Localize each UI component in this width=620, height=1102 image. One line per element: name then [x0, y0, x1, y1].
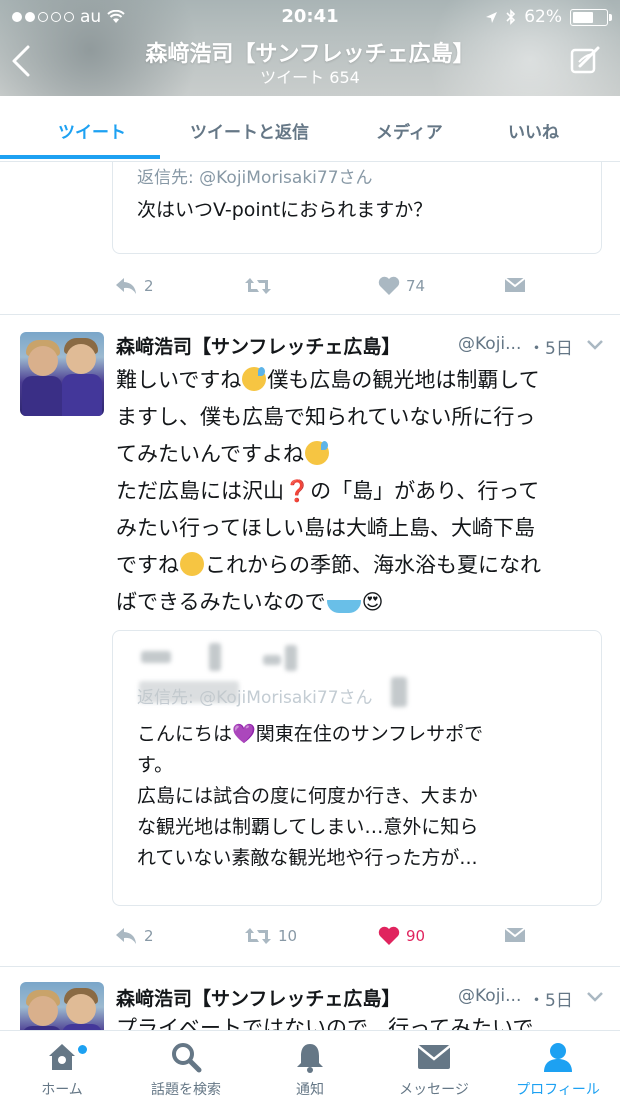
compose-icon	[570, 46, 600, 74]
profile-icon	[544, 1043, 572, 1072]
heart-eyes-emoji-icon: 😍	[361, 590, 384, 614]
bell-icon	[297, 1044, 323, 1073]
tab-likes[interactable]: いいね	[508, 118, 559, 143]
retweet-count: 10	[278, 927, 298, 945]
profile-header: au 20:41 62% 森﨑浩司【サンフレッチェ広島】 ツイート 654	[0, 0, 620, 96]
retweet-button[interactable]	[244, 276, 278, 296]
search-icon	[172, 1043, 202, 1073]
dm-share-button[interactable]	[504, 926, 526, 944]
mail-icon	[417, 1045, 451, 1069]
quoted-tweet[interactable]: 返信先: @KojiMorisaki77さん こんにちは💜関東在住のサンフレサポ…	[112, 630, 602, 906]
reply-button[interactable]: 2	[114, 276, 154, 296]
chevron-down-icon[interactable]	[586, 991, 604, 1003]
nav-label: 話題を検索	[151, 1082, 221, 1098]
notification-dot	[78, 1045, 87, 1054]
like-button[interactable]: 90	[378, 926, 425, 946]
envelope-icon	[504, 927, 526, 942]
nav-label: 通知	[296, 1082, 324, 1098]
nav-notifications[interactable]: 通知	[248, 1039, 372, 1099]
quoted-reply-to: 返信先: @KojiMorisaki77さん	[137, 168, 373, 188]
nav-messages[interactable]: メッセージ	[372, 1039, 496, 1099]
nav-label: メッセージ	[399, 1082, 469, 1098]
timeline[interactable]: 返信先: @KojiMorisaki77さん 次はいつV-pointにおられます…	[0, 162, 620, 1030]
nav-label: プロフィール	[516, 1082, 600, 1098]
author-name[interactable]: 森﨑浩司【サンフレッチェ広島】	[116, 984, 400, 1011]
chevron-down-icon[interactable]	[586, 339, 604, 351]
like-count: 74	[406, 277, 426, 295]
sweat-smile-emoji-icon	[304, 441, 329, 465]
avatar[interactable]	[20, 982, 104, 1030]
battery-percent: 62%	[524, 7, 562, 27]
author-handle[interactable]: @Koji...	[458, 986, 521, 1006]
retweet-button[interactable]: 10	[244, 926, 297, 946]
bluetooth-icon	[506, 9, 516, 25]
heart-icon	[378, 926, 400, 945]
battery-icon	[570, 8, 612, 26]
quoted-text: 次はいつV-pointにおられますか？	[137, 199, 433, 221]
reply-icon	[116, 928, 136, 944]
tab-tweets-and-replies[interactable]: ツイートと返信	[190, 118, 309, 143]
active-tab-indicator	[0, 155, 160, 159]
tab-media[interactable]: メディア	[376, 118, 443, 143]
reply-count: 2	[144, 927, 154, 945]
retweet-icon	[245, 278, 271, 294]
question-mark-emoji-icon: ❓	[284, 479, 311, 503]
nav-search[interactable]: 話題を検索	[124, 1039, 248, 1099]
nav-label: ホーム	[41, 1082, 83, 1098]
tweet-count: ツイート 654	[260, 68, 360, 87]
tab-tweets[interactable]: ツイート	[58, 118, 126, 143]
avatar[interactable]	[20, 332, 104, 416]
retweet-icon	[245, 928, 271, 944]
author-name[interactable]: 森﨑浩司【サンフレッチェ広島】	[116, 332, 400, 359]
thinking-face-emoji-icon	[180, 552, 204, 576]
nav-profile[interactable]: プロフィール	[496, 1039, 620, 1099]
redacted-name	[141, 651, 171, 663]
divider	[0, 966, 620, 967]
location-arrow-icon	[486, 11, 498, 23]
reply-icon	[116, 278, 136, 294]
tweet-text: 難しいですね 僕も広島の観光地は制覇して ますし、僕も広島で知られていない所に行っ…	[116, 367, 541, 614]
compose-button[interactable]	[570, 44, 602, 80]
author-handle[interactable]: @Koji...	[458, 334, 521, 354]
quoted-text: こんにちは💜関東在住のサンフレサポで す。 広島には試合の度に何度か行き、大まか…	[137, 723, 484, 869]
like-count: 90	[406, 927, 426, 945]
sweat-smile-emoji-icon	[242, 367, 267, 391]
nav-home[interactable]: ホーム	[0, 1039, 124, 1099]
home-icon	[49, 1044, 75, 1070]
profile-tabs: ツイート ツイートと返信 メディア いいね	[0, 96, 620, 162]
divider	[0, 314, 620, 315]
dm-share-button[interactable]	[504, 276, 526, 294]
swimmer-emoji-icon	[326, 589, 361, 613]
reply-count: 2	[144, 277, 154, 295]
tweet-time: ・5日	[528, 991, 573, 1011]
tweet-time: ・5日	[528, 339, 573, 359]
purple-heart-emoji-icon: 💜	[232, 723, 256, 745]
envelope-icon	[504, 277, 526, 292]
tweet-text: プライベートではないので、行ってみたいで	[116, 1016, 534, 1030]
quoted-tweet[interactable]: 返信先: @KojiMorisaki77さん 次はいつV-pointにおられます…	[112, 162, 602, 254]
reply-button[interactable]: 2	[114, 926, 154, 946]
heart-icon	[378, 276, 400, 295]
bottom-tab-bar: ホーム 話題を検索 通知 メッセージ プロフィール	[0, 1030, 620, 1102]
like-button[interactable]: 74	[378, 276, 425, 296]
status-bar: au 20:41 62%	[0, 0, 620, 36]
